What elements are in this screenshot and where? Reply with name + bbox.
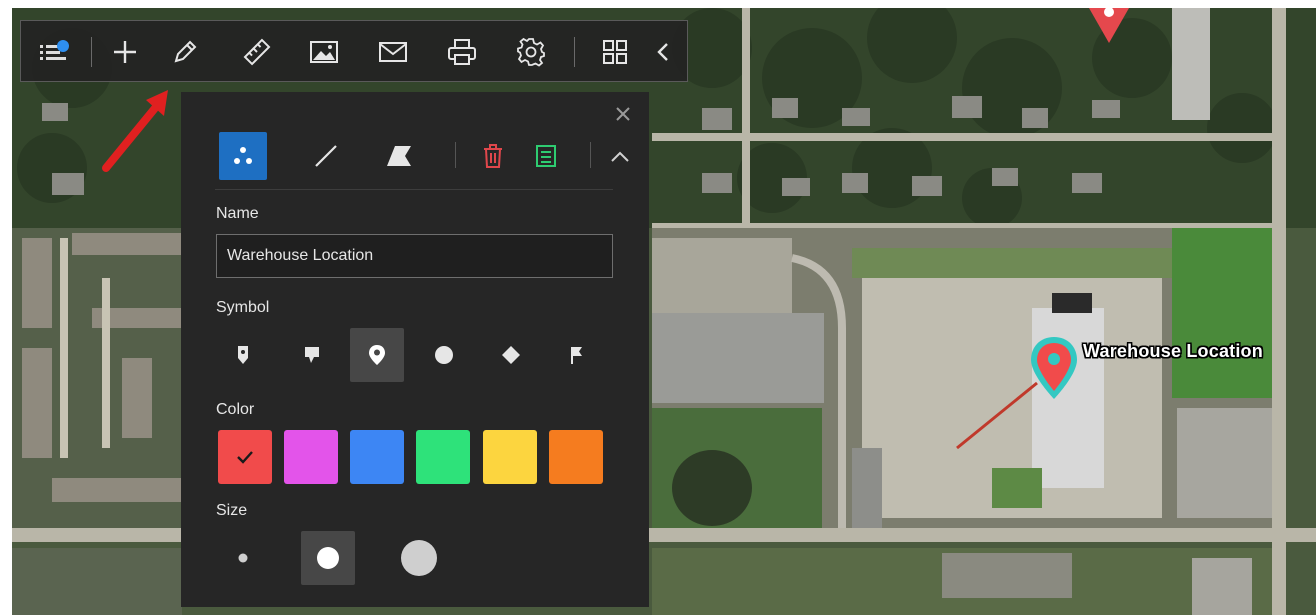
symbol-callout-button[interactable] — [285, 328, 339, 382]
color-label: Color — [216, 401, 255, 418]
layers-list-icon — [40, 40, 69, 60]
trash-icon — [484, 144, 502, 168]
close-icon — [616, 107, 630, 121]
map-marker-label: Warehouse Location — [1083, 341, 1263, 361]
map-marker-icon — [369, 345, 385, 365]
ruler-icon — [243, 38, 271, 66]
measure-button[interactable] — [237, 32, 277, 72]
chevron-left-icon — [657, 43, 668, 61]
color-swatch-yellow[interactable] — [483, 430, 537, 484]
save-button[interactable] — [522, 132, 570, 180]
symbol-pin-button[interactable] — [216, 328, 270, 382]
red-arrow-annotation — [102, 90, 168, 172]
line-mode-button[interactable] — [302, 132, 350, 180]
collapse-button[interactable] — [643, 32, 683, 72]
flag-icon — [571, 347, 582, 364]
line-icon — [315, 145, 337, 167]
color-swatch-orange[interactable] — [549, 430, 603, 484]
size-small-button[interactable] — [216, 531, 270, 585]
grid-icon — [603, 40, 627, 64]
color-swatch-red[interactable] — [218, 430, 272, 484]
large-dot-icon — [401, 540, 437, 576]
polygon-mode-button[interactable] — [375, 132, 423, 180]
symbol-label: Symbol — [216, 299, 270, 316]
color-swatch-magenta[interactable] — [284, 430, 338, 484]
color-swatch-blue[interactable] — [350, 430, 404, 484]
delete-button[interactable] — [469, 132, 517, 180]
collapse-panel-button[interactable] — [598, 132, 642, 180]
checkmark-icon — [237, 451, 253, 464]
name-label: Name — [216, 205, 259, 222]
printer-icon — [448, 39, 476, 65]
gear-icon — [517, 37, 545, 67]
size-label: Size — [216, 502, 248, 519]
color-swatch-green[interactable] — [416, 430, 470, 484]
symbol-diamond-button[interactable] — [484, 328, 538, 382]
envelope-icon — [379, 42, 407, 62]
image-icon — [310, 41, 338, 63]
circle-icon — [435, 346, 453, 364]
settings-button[interactable] — [511, 32, 551, 72]
image-button[interactable] — [304, 32, 344, 72]
save-icon — [536, 145, 556, 167]
size-large-button[interactable] — [392, 531, 446, 585]
callout-icon — [305, 347, 319, 363]
symbol-flag-button[interactable] — [549, 328, 603, 382]
symbol-marker-button[interactable] — [350, 328, 404, 382]
polygon-icon — [387, 146, 411, 166]
pencil-icon — [174, 40, 197, 63]
add-button[interactable] — [105, 32, 145, 72]
print-button[interactable] — [442, 32, 482, 72]
plus-icon — [114, 41, 136, 63]
size-medium-button[interactable] — [301, 531, 355, 585]
points-icon — [234, 147, 252, 164]
close-button[interactable] — [609, 100, 637, 128]
main-toolbar — [20, 20, 688, 82]
symbol-circle-button[interactable] — [417, 328, 471, 382]
draw-button[interactable] — [165, 32, 205, 72]
grid-button[interactable] — [595, 32, 635, 72]
chevron-up-icon — [611, 151, 629, 162]
name-input[interactable] — [216, 234, 613, 278]
point-mode-button[interactable] — [219, 132, 267, 180]
warehouse-marker-icon[interactable] — [1027, 333, 1081, 403]
email-button[interactable] — [373, 32, 413, 72]
pin-icon — [238, 346, 248, 364]
layers-list-button[interactable] — [35, 32, 75, 72]
small-dot-icon — [238, 553, 248, 563]
diamond-icon — [502, 346, 520, 364]
draw-panel: Name Symbol Color — [181, 92, 649, 607]
medium-dot-icon — [317, 547, 339, 569]
